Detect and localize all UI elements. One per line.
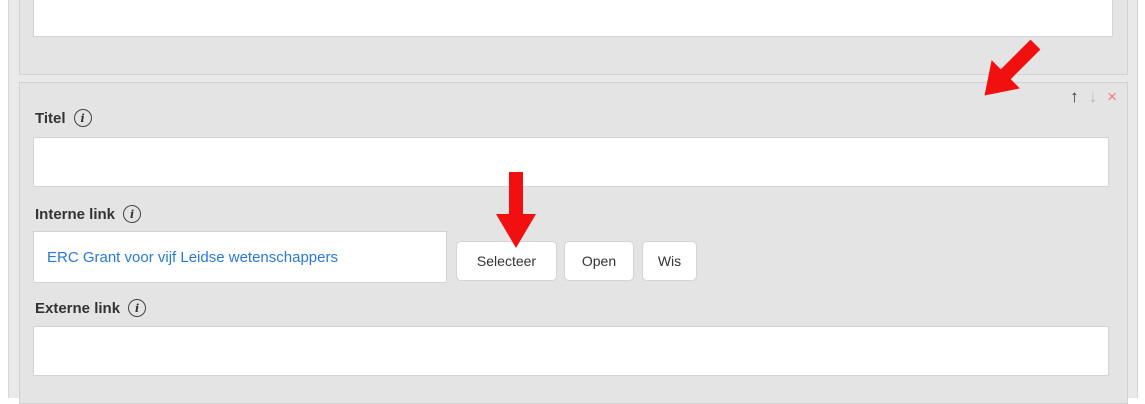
info-icon[interactable]: i <box>128 299 147 317</box>
previous-block-field[interactable] <box>33 0 1113 37</box>
move-up-icon[interactable]: ↑ <box>1070 87 1079 107</box>
titel-label-text: Titel <box>35 109 66 127</box>
editor-panel: ↑ ↓ × Titel i Interne link i ERC Grant v… <box>8 0 1138 404</box>
titel-label: Titel i <box>35 109 92 127</box>
interne-link-label-text: Interne link <box>35 205 116 223</box>
interne-link-field[interactable]: ERC Grant voor vijf Leidse wetenschapper… <box>33 231 447 283</box>
externe-link-label-text: Externe link <box>35 299 121 317</box>
previous-block <box>19 0 1128 75</box>
clear-button[interactable]: Wis <box>642 241 697 281</box>
annotation-arrow-icon <box>496 172 536 248</box>
move-down-icon[interactable]: ↓ <box>1089 87 1098 107</box>
info-icon[interactable]: i <box>73 109 92 127</box>
link-block: ↑ ↓ × Titel i Interne link i ERC Grant v… <box>19 82 1128 404</box>
remove-icon[interactable]: × <box>1107 87 1117 107</box>
block-controls: ↑ ↓ × <box>1070 87 1117 107</box>
titel-input[interactable] <box>33 137 1109 187</box>
annotation-arrow-icon <box>984 39 1041 96</box>
interne-link-label: Interne link i <box>35 205 142 223</box>
interne-link-value[interactable]: ERC Grant voor vijf Leidse wetenschapper… <box>47 249 338 266</box>
info-icon[interactable]: i <box>123 205 142 223</box>
externe-link-label: Externe link i <box>35 299 147 317</box>
externe-link-input[interactable] <box>33 326 1109 376</box>
open-button[interactable]: Open <box>564 241 634 281</box>
